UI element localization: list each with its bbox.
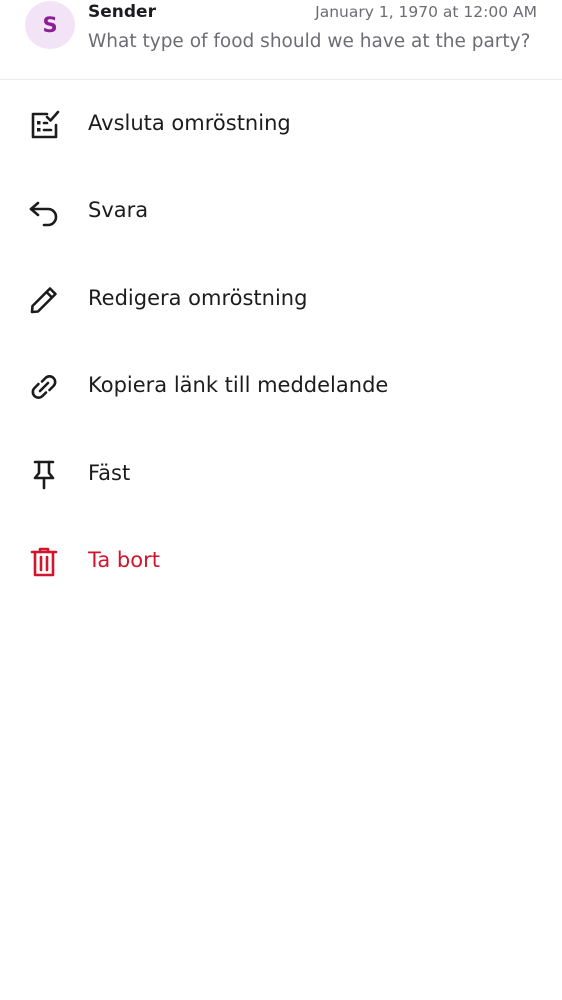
message-actions-menu: Avsluta omröstning Svara Redigera omröst… xyxy=(0,81,562,605)
link-icon xyxy=(27,370,61,404)
avatar: S xyxy=(25,1,75,49)
poll-end-icon xyxy=(27,108,61,142)
menu-item-label: Avsluta omröstning xyxy=(88,111,291,135)
message-timestamp: January 1, 1970 at 12:00 AM xyxy=(315,3,537,21)
menu-item-label: Fäst xyxy=(88,460,131,485)
pencil-icon xyxy=(27,283,61,317)
menu-item-label: Redigera omröstning xyxy=(88,285,308,310)
delete-button[interactable]: Ta bort xyxy=(0,518,562,605)
menu-item-label: Kopiera länk till meddelande xyxy=(88,373,389,398)
menu-item-label: Svara xyxy=(88,198,149,223)
pin-button[interactable]: Fäst xyxy=(0,431,562,518)
menu-item-label: Ta bort xyxy=(88,547,160,572)
pin-icon xyxy=(27,458,61,492)
message-header: S Sender January 1, 1970 at 12:00 AM Wha… xyxy=(0,0,562,80)
trash-icon xyxy=(27,545,61,579)
end-poll-button[interactable]: Avsluta omröstning xyxy=(0,81,562,168)
reply-icon xyxy=(27,195,61,229)
reply-button[interactable]: Svara xyxy=(0,168,562,255)
sender-name: Sender xyxy=(88,2,156,22)
edit-poll-button[interactable]: Redigera omröstning xyxy=(0,256,562,343)
message-preview: What type of food should we have at the … xyxy=(88,31,531,52)
copy-link-button[interactable]: Kopiera länk till meddelande xyxy=(0,343,562,430)
